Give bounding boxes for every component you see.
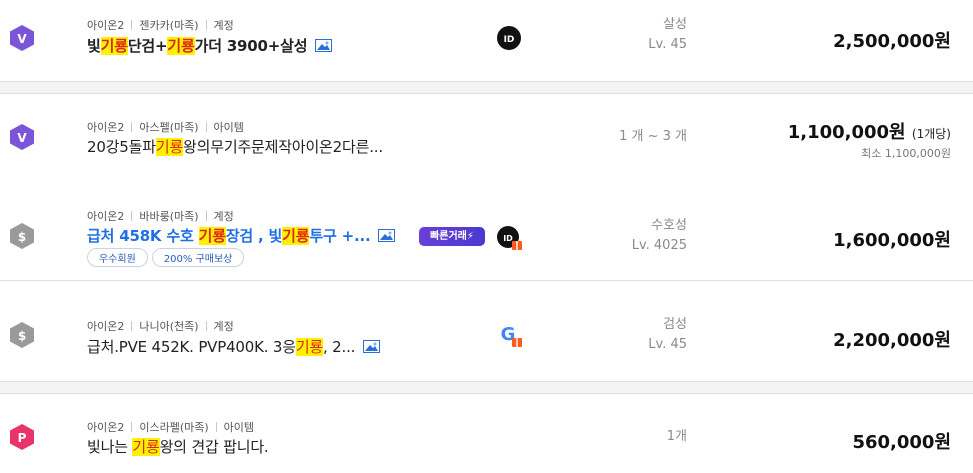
listing-price: 1,600,000원 [833, 230, 951, 251]
listing-meta: 아이온2 젠카카(마족) 계정 [87, 17, 234, 33]
svg-text:ID: ID [503, 234, 513, 243]
listing-info: 수호성 Lv. 4025 [632, 216, 687, 256]
meta-type: 계정 [213, 320, 234, 333]
listing-title[interactable]: 급처 458K 수호 기룡장검 , 빛기룡투구 +... [87, 225, 396, 246]
quantity-label: 1개 [666, 429, 687, 444]
meta-game: 아이온2 [87, 210, 125, 223]
listing-title[interactable]: 급처.PVE 452K. PVP400K. 3응기룡, 2... [87, 336, 381, 357]
min-price: 최소 1,100,000원 [861, 147, 951, 160]
svg-text:V: V [17, 131, 27, 145]
listing-price: 1,100,000원 (1개당) [787, 122, 951, 143]
level-label: Lv. 45 [648, 337, 687, 352]
meta-game: 아이온2 [87, 320, 125, 333]
highlight-keyword: 기룡 [132, 438, 160, 456]
listing-info: 1 개 ~ 3 개 [619, 127, 687, 147]
listing-title[interactable]: 20강5돌파기룡왕의무기주문제작아이온2다른... [87, 136, 383, 157]
listing-price: 2,500,000원 [833, 31, 951, 52]
listing-row[interactable]: $ 아이온2 바바룽(마족) 계정 급처 458K 수호 기룡장검 , 빛기룡투구 … [0, 191, 973, 281]
highlight-keyword: 기룡 [295, 338, 324, 356]
highlight-keyword: 기룡 [198, 227, 226, 245]
level-label: Lv. 45 [648, 37, 687, 52]
listing-info: 검성 Lv. 45 [648, 315, 687, 355]
grade-v-icon: V [9, 123, 35, 151]
svg-text:$: $ [18, 230, 26, 244]
listing-meta: 아이온2 이스라펠(마족) 아이템 [87, 419, 254, 435]
listing-meta: 아이온2 아스펠(마족) 아이템 [87, 119, 244, 135]
highlight-keyword: 기룡 [282, 227, 310, 245]
price-unit: (1개당) [911, 127, 951, 141]
meta-type: 계정 [213, 210, 234, 223]
listing-meta: 아이온2 나니아(천족) 계정 [87, 318, 234, 334]
listing-title[interactable]: 빛나는 기룡왕의 견갑 팝니다. [87, 436, 269, 457]
id-gift-badge-icon: ID [497, 226, 522, 250]
quick-trade-badge: 빠른거래⚡ [419, 227, 485, 246]
class-label: 살성 [663, 17, 687, 32]
listing-tags: 우수회원 200% 구매보상 [87, 247, 248, 267]
listing-row[interactable]: V 아이온2 젠카카(마족) 계정 빛기룡단검+기룡가더 3900+살성 ID 살성… [0, 0, 973, 82]
lightning-icon: ⚡ [466, 231, 474, 242]
image-icon [378, 229, 396, 242]
grade-s-icon: $ [9, 222, 35, 250]
class-label: 검성 [663, 317, 687, 332]
listing-row[interactable]: P 아이온2 이스라펠(마족) 아이템 빛나는 기룡왕의 견갑 팝니다. 1개 56… [0, 393, 973, 473]
highlight-keyword: 기룡 [167, 37, 195, 55]
meta-game: 아이온2 [87, 121, 125, 134]
quantity-label: 1 개 ~ 3 개 [619, 129, 687, 144]
meta-server: 젠카카(마족) [139, 19, 199, 32]
listing-row[interactable]: $ 아이온2 나니아(천족) 계정 급처.PVE 452K. PVP400K. 3응… [0, 281, 973, 382]
listing-row[interactable]: V 아이온2 아스펠(마족) 아이템 20강5돌파기룡왕의무기주문제작아이온2다른.… [0, 93, 973, 192]
image-icon [363, 340, 381, 353]
listing-price: 2,200,000원 [833, 330, 951, 351]
class-label: 수호성 [651, 218, 687, 233]
meta-game: 아이온2 [87, 19, 125, 32]
grade-s-icon: $ [9, 321, 35, 349]
tag-badge: 200% 구매보상 [151, 248, 245, 267]
meta-type: 계정 [213, 19, 234, 32]
google-gift-badge-icon: G [497, 323, 522, 347]
meta-server: 아스펠(마족) [139, 121, 199, 134]
meta-server: 바바룽(마족) [139, 210, 199, 223]
svg-text:ID: ID [504, 35, 515, 45]
level-label: Lv. 4025 [631, 238, 687, 253]
svg-text:V: V [17, 32, 27, 46]
meta-type: 아이템 [223, 421, 255, 434]
highlight-keyword: 기룡 [155, 138, 184, 156]
meta-game: 아이온2 [87, 421, 125, 434]
svg-text:P: P [18, 431, 27, 445]
highlight-keyword: 기룡 [100, 37, 128, 55]
listing-info: 1개 [667, 427, 687, 447]
svg-text:$: $ [18, 329, 26, 343]
listing-title[interactable]: 빛기룡단검+기룡가더 3900+살성 [87, 35, 333, 56]
id-badge-icon: ID [497, 26, 521, 50]
meta-server: 나니아(천족) [139, 320, 199, 333]
listing-price: 560,000원 [852, 432, 951, 453]
meta-type: 아이템 [213, 121, 244, 134]
meta-server: 이스라펠(마족) [139, 421, 209, 434]
listing-info: 살성 Lv. 45 [648, 15, 687, 55]
listing-list: V 아이온2 젠카카(마족) 계정 빛기룡단검+기룡가더 3900+살성 ID 살성… [0, 0, 973, 473]
listing-meta: 아이온2 바바룽(마족) 계정 [87, 208, 234, 224]
image-icon [315, 39, 333, 52]
tag-badge: 우수회원 [87, 248, 148, 267]
grade-v-icon: V [9, 24, 35, 52]
grade-p-icon: P [9, 423, 35, 451]
